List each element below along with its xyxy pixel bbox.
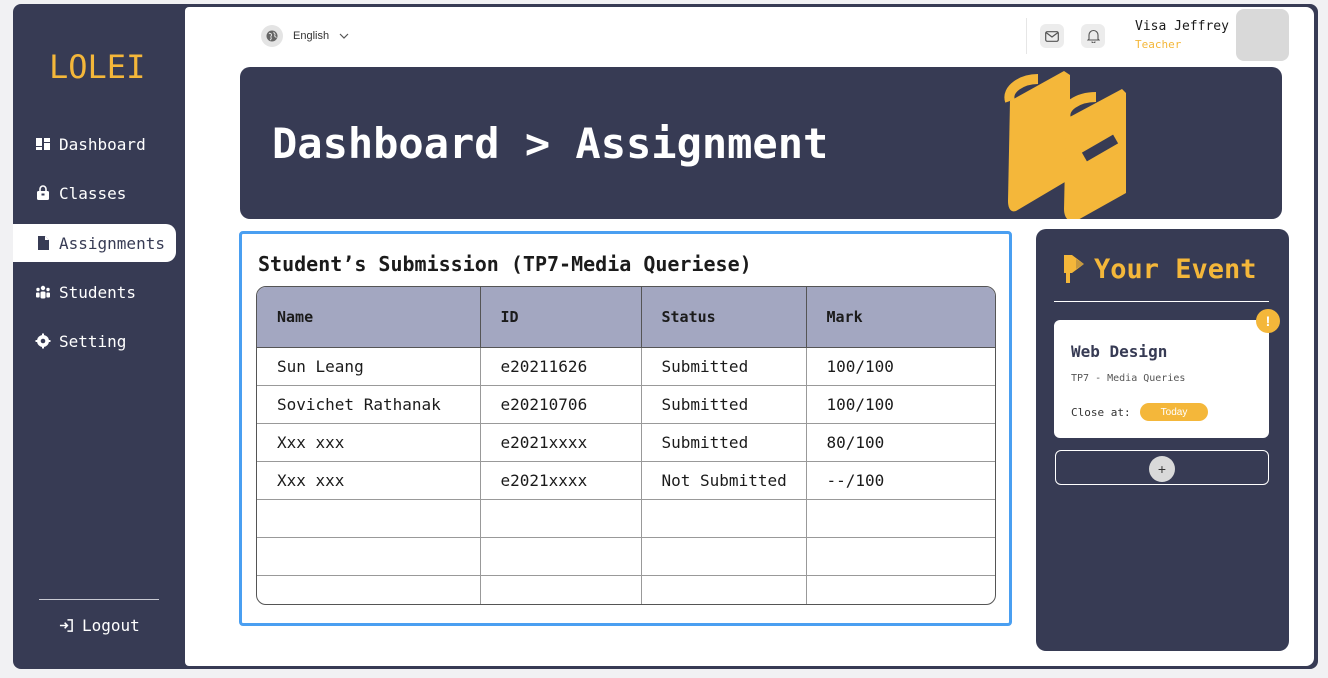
sidebar-item-label: Dashboard [59,134,146,154]
cell-empty [480,499,642,538]
cell-name: Xxx xxx [257,461,481,500]
users-icon [36,285,50,299]
cell-id: e20210706 [480,385,642,424]
user-role: Teacher [1135,38,1182,51]
cell-empty [641,537,807,576]
sidebar-item-label: Students [59,282,137,302]
column-header-name[interactable]: Name [257,287,481,348]
event-close-badge: Today [1140,403,1208,421]
cell-empty [480,575,642,604]
cell-mark: 100/100 [806,385,995,424]
cell-empty [641,575,807,604]
event-title: Web Design [1071,342,1168,361]
cell-empty [257,575,481,604]
events-title-label: Your Event [1094,253,1257,285]
table-row-empty [257,575,995,604]
logout-icon [59,619,73,632]
table-row[interactable]: Sovichet Rathanak e20210706 Submitted 10… [257,385,995,424]
notification-button[interactable] [1081,24,1105,48]
logout-label: Logout [82,616,140,635]
cell-status: Submitted [641,385,807,424]
sidebar-divider [39,599,159,600]
cell-empty [806,537,995,576]
column-header-mark[interactable]: Mark [806,287,995,348]
bell-icon [1086,29,1100,43]
language-select[interactable]: English [261,25,349,47]
sidebar-item-label: Assignments [59,233,165,253]
cell-mark: 80/100 [806,423,995,462]
mail-button[interactable] [1040,24,1064,48]
topbar-divider [1026,18,1027,54]
page-banner: Dashboard > Assignment [240,67,1282,219]
cell-empty [257,537,481,576]
page-title: Dashboard > Assignment [272,119,829,168]
gear-icon [35,333,51,349]
submission-title: Student’s Submission (TP7-Media Queriese… [258,252,752,276]
sidebar-item-setting[interactable]: Setting [13,322,176,360]
column-header-id[interactable]: ID [480,287,642,348]
cell-status: Submitted [641,347,807,386]
cell-empty [806,499,995,538]
cell-name: Sun Leang [257,347,481,386]
cell-status: Not Submitted [641,461,807,500]
lock-bag-icon [37,185,49,200]
cell-name: Sovichet Rathanak [257,385,481,424]
books-icon [1004,71,1126,219]
cell-mark: 100/100 [806,347,995,386]
globe-icon [261,25,283,47]
alert-icon: ! [1256,309,1280,333]
document-icon [38,236,49,250]
event-card[interactable]: Web Design TP7 - Media Queries Close at:… [1054,320,1269,438]
table-row[interactable]: Sun Leang e20211626 Submitted 100/100 [257,347,995,386]
table-row-empty [257,499,995,538]
logout-button[interactable]: Logout [59,616,140,635]
plus-icon: + [1149,456,1175,482]
table-header-row: Name ID Status Mark [257,287,995,348]
chevron-down-icon [339,33,349,39]
table-row-empty [257,537,995,576]
cell-name: Xxx xxx [257,423,481,462]
event-subtitle: TP7 - Media Queries [1071,373,1186,384]
events-panel: Your Event Web Design TP7 - Media Querie… [1036,229,1289,651]
language-label: English [293,30,330,42]
event-close-label: Close at: [1071,406,1131,419]
cell-empty [806,575,995,604]
user-name: Visa Jeffrey [1135,19,1229,34]
sidebar-item-label: Setting [59,331,127,351]
megaphone-icon [1064,255,1084,283]
mail-icon [1045,30,1059,42]
cell-id: e20211626 [480,347,642,386]
sidebar-item-dashboard[interactable]: Dashboard [13,125,176,163]
avatar[interactable] [1236,9,1289,61]
sidebar-item-label: Classes [59,183,127,203]
column-header-status[interactable]: Status [641,287,807,348]
cell-id: e2021xxxx [480,461,642,500]
cell-id: e2021xxxx [480,423,642,462]
sidebar: LOLEI Dashboard Classes Assignments Stud… [13,4,185,669]
dashboard-icon [36,138,50,150]
app-logo: LOLEI [49,48,146,86]
cell-empty [641,499,807,538]
cell-status: Submitted [641,423,807,462]
add-event-button[interactable]: + [1055,450,1269,485]
cell-empty [257,499,481,538]
submission-panel: Student’s Submission (TP7-Media Queriese… [239,231,1012,626]
sidebar-item-classes[interactable]: Classes [13,174,176,212]
submission-table: Name ID Status Mark Sun Leang e20211626 … [256,286,996,605]
events-divider [1054,301,1269,302]
table-row[interactable]: Xxx xxx e2021xxxx Not Submitted --/100 [257,461,995,500]
events-title: Your Event [1062,253,1257,285]
sidebar-item-assignments[interactable]: Assignments [13,224,176,262]
sidebar-item-students[interactable]: Students [13,273,176,311]
cell-mark: --/100 [806,461,995,500]
table-row[interactable]: Xxx xxx e2021xxxx Submitted 80/100 [257,423,995,462]
cell-empty [480,537,642,576]
